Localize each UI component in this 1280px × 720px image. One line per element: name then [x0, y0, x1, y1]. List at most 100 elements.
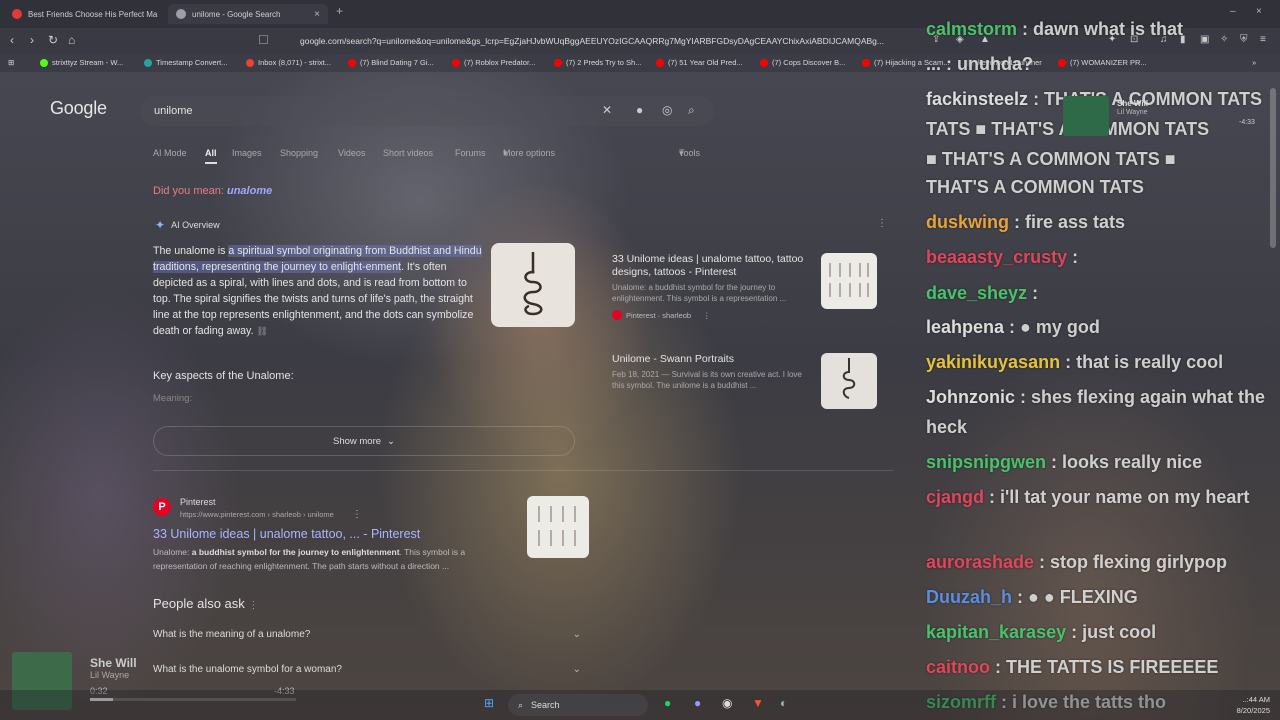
google-logo[interactable]: Google	[50, 98, 107, 119]
result-site-name[interactable]: Pinterest	[180, 497, 216, 507]
chat-message: Duuzah_h : ● ● FLEXING	[926, 582, 1271, 612]
tab-tools[interactable]: Tools ▾	[679, 148, 700, 159]
home-icon[interactable]: ⌂	[68, 33, 75, 47]
tab-best-friends[interactable]: Best Friends Choose His Perfect Ma	[4, 4, 166, 24]
clear-icon[interactable]: ✕	[602, 103, 612, 117]
chat-message: aurorashade : stop flexing girlypop	[926, 547, 1271, 577]
track-artist: Lil Wayne	[90, 670, 130, 680]
back-icon[interactable]: ‹	[10, 33, 14, 47]
chat-message: dave_sheyz :	[926, 278, 1271, 308]
more-options-icon[interactable]: ⋮	[352, 509, 362, 520]
section-divider	[153, 470, 893, 471]
chat-message: caitnoo : THE TATTS IS FIREEEEE	[926, 652, 1271, 682]
chat-username: yakinikuyasann	[926, 352, 1061, 372]
chat-username: kapitan_karasey	[926, 622, 1067, 642]
search-box[interactable]: unilome ✕ ● ◎ ⌕	[140, 96, 714, 126]
paa-question[interactable]: What is the meaning of a unalome? ⌄	[153, 629, 581, 640]
omnibox[interactable]: google.com/search?q=unilome&oq=unilome&g…	[252, 31, 922, 51]
chat-text: : THE TATTS IS FIREEEEE	[990, 657, 1219, 677]
side-card-pinterest[interactable]: 33 Unilome ideas | unalome tattoo, tatto…	[612, 253, 812, 320]
chat-text: :	[1027, 283, 1039, 303]
chat-username: fackinsteelz	[926, 89, 1029, 109]
more-options-icon[interactable]: ⋮	[248, 600, 258, 611]
bookmark-item[interactable]: (7) Blind Dating 7 Gi...	[348, 58, 434, 67]
apps-icon[interactable]: ⊞	[8, 58, 14, 67]
side-card-source: Pinterest · sharleob ⋮	[612, 310, 812, 320]
chat-username: caitnoo	[926, 657, 991, 677]
tab-google-search[interactable]: unilome - Google Search ×	[168, 4, 328, 24]
bookmark-item[interactable]: (7) Cops Discover B...	[760, 58, 845, 67]
tab-images[interactable]: Images	[232, 148, 262, 158]
tab-all[interactable]: All	[205, 148, 217, 158]
bookmark-item[interactable]: (7) 51 Year Old Pred...	[656, 58, 743, 67]
system-clock[interactable]: ..:44 AM 8/20/2025	[1237, 694, 1270, 716]
result-title-link[interactable]: 33 Unilome ideas | unalome tattoo, ... -…	[153, 527, 420, 541]
search-icon[interactable]: ⌕	[688, 103, 695, 118]
link-icon[interactable]: ⛓	[256, 326, 267, 336]
tab-short-videos[interactable]: Short videos	[383, 148, 433, 158]
chat-text: : dawn what is that	[1017, 19, 1184, 39]
url-text: google.com/search?q=unilome&oq=unilome&g…	[300, 36, 884, 46]
track-title: She Will	[90, 656, 137, 670]
ai-overview-header: ✦ AI Overview	[155, 218, 220, 232]
lens-icon[interactable]: ◎	[662, 103, 672, 117]
obs-icon[interactable]: ◉	[722, 696, 732, 710]
chat-message: ... : unuhda?	[926, 49, 1271, 79]
reload-icon[interactable]: ↻	[48, 33, 58, 47]
more-options-icon[interactable]: ⋮	[877, 218, 887, 229]
chat-message: THAT'S A COMMON TATS	[926, 172, 1271, 202]
chat-text: ... : unuhda?	[926, 54, 1033, 74]
chat-message: cjangd : i'll tat your name on my heart	[926, 482, 1271, 512]
windows-start-icon[interactable]: ⊞	[484, 696, 494, 710]
brave-icon[interactable]: ▼	[752, 696, 764, 710]
taskbar: ⊞ ⌕ Search ● ● ◉ ▼ ◐ ..:44 AM 8/20/2025	[0, 690, 1280, 720]
ai-overview-text: The unalome is a spiritual symbol origin…	[153, 245, 482, 337]
chat-username: beaaasty_crusty	[926, 247, 1068, 267]
unalome-symbol	[523, 252, 543, 316]
chat-message: Johnzonic : shes flexing again what the …	[926, 382, 1271, 442]
tab-forums[interactable]: Forums	[455, 148, 486, 158]
search-icon: ⌕	[518, 699, 524, 710]
side-card-swann[interactable]: Unilome - Swann Portraits Feb 18, 2021 —…	[612, 353, 812, 391]
bookmark-item[interactable]: Timestamp Convert...	[144, 58, 227, 67]
side-card-title[interactable]: 33 Unilome ideas | unalome tattoo, tatto…	[612, 253, 812, 279]
track-title: She Will	[1117, 99, 1149, 108]
forward-icon[interactable]: ›	[30, 33, 34, 47]
search-input[interactable]: unilome	[154, 105, 193, 117]
chat-message: ■ THAT'S A COMMON TATS ■	[926, 144, 1271, 174]
tattoo-sheet-image	[829, 263, 869, 297]
chat-text: : i'll tat your name on my heart	[984, 487, 1250, 507]
spotify-icon[interactable]: ●	[664, 696, 671, 710]
taskbar-search[interactable]: ⌕ Search	[508, 694, 648, 716]
tattoo-sheet-image	[538, 506, 576, 546]
mic-icon[interactable]: ●	[636, 103, 643, 117]
side-card-title[interactable]: Unilome - Swann Portraits	[612, 353, 812, 366]
more-options-icon[interactable]: ⋮	[703, 311, 711, 320]
bookmark-item[interactable]: (7) Roblox Predator...	[452, 58, 535, 67]
chat-message: kapitan_karasey : just cool	[926, 617, 1271, 647]
tab-shopping[interactable]: Shopping	[280, 148, 318, 158]
chat-text: : that is really cool	[1060, 352, 1224, 372]
unalome-image[interactable]	[491, 243, 575, 327]
result-thumbnail[interactable]	[527, 496, 589, 558]
tab-videos[interactable]: Videos	[338, 148, 365, 158]
chat-username: aurorashade	[926, 552, 1035, 572]
side-card-thumbnail[interactable]	[821, 353, 877, 409]
new-tab-icon[interactable]: +	[336, 4, 343, 18]
chat-text: :	[1067, 247, 1079, 267]
bookmark-item[interactable]: strixttyz Stream - W...	[40, 58, 123, 67]
chat-text: : fire ass tats	[1009, 212, 1126, 232]
discord-icon[interactable]: ●	[694, 696, 701, 710]
did-you-mean-link[interactable]: unalome	[227, 185, 272, 197]
steam-icon[interactable]: ◐	[780, 696, 787, 710]
bookmark-item[interactable]: (7) 2 Preds Try to Sh...	[554, 58, 641, 67]
show-more-button[interactable]: Show more ⌄	[153, 426, 575, 456]
tab-more-options[interactable]: More options ▾	[503, 148, 555, 159]
result-url[interactable]: https://www.pinterest.com › sharleob › u…	[180, 510, 334, 519]
side-card-thumbnail[interactable]	[821, 253, 877, 309]
bookmark-item[interactable]: Inbox (8,071) - strixt...	[246, 58, 331, 67]
tab-ai-mode[interactable]: AI Mode	[153, 148, 187, 158]
side-card-snippet: Unalome: a buddhist symbol for the journ…	[612, 283, 787, 303]
sparkle-icon: ✦	[155, 218, 166, 232]
close-tab-icon[interactable]: ×	[314, 9, 320, 20]
